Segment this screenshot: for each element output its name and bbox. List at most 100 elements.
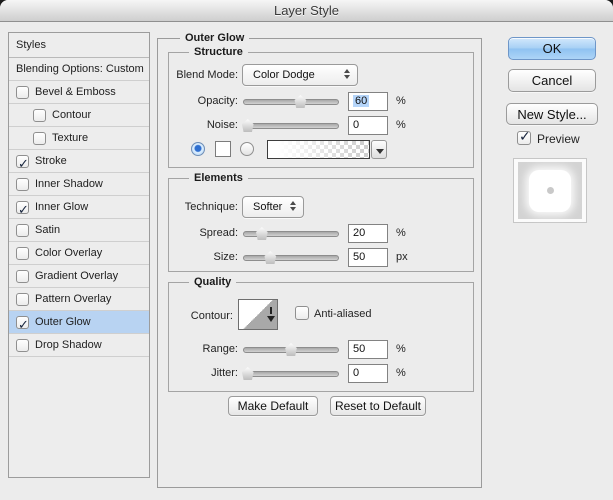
noise-unit: % <box>396 119 406 131</box>
updown-arrows-icon <box>290 201 297 211</box>
range-input[interactable]: 50 <box>348 340 388 359</box>
glow-color-swatch[interactable] <box>215 141 231 157</box>
jitter-unit: % <box>396 367 406 379</box>
sidebar-item-label: Drop Shadow <box>35 334 102 357</box>
layer-style-dialog: Layer Style Styles Blending Options: Cus… <box>0 0 613 500</box>
sidebar-item-stroke[interactable]: Stroke <box>9 150 149 173</box>
sidebar-header: Styles <box>9 33 149 58</box>
sidebar-item-outer-glow[interactable]: Outer Glow <box>9 311 149 334</box>
sidebar-item-pattern-overlay[interactable]: Pattern Overlay <box>9 288 149 311</box>
preview-checkbox[interactable] <box>517 131 531 145</box>
make-default-button[interactable]: Make Default <box>228 396 318 416</box>
preview-glow-shape <box>529 170 571 212</box>
spread-label: Spread: <box>150 227 238 239</box>
preview-label: Preview <box>537 132 580 146</box>
noise-input[interactable]: 0 <box>348 116 388 135</box>
style-enable-checkbox[interactable] <box>16 316 29 329</box>
technique-select[interactable]: Softer <box>242 196 304 218</box>
sidebar-item-color-overlay[interactable]: Color Overlay <box>9 242 149 265</box>
technique-label: Technique: <box>150 201 238 213</box>
anti-aliased-checkbox[interactable] <box>295 306 309 320</box>
opacity-input[interactable]: 60 <box>348 92 388 111</box>
sidebar-item-label: Bevel & Emboss <box>35 81 116 104</box>
quality-group-title: Quality <box>189 276 236 288</box>
size-slider[interactable] <box>243 255 339 261</box>
sidebar-item-blending-options-custom[interactable]: Blending Options: Custom <box>9 58 149 81</box>
noise-slider[interactable] <box>243 123 339 129</box>
size-unit: px <box>396 251 408 263</box>
dialog-title: Layer Style <box>274 3 339 18</box>
sidebar-item-texture[interactable]: Texture <box>9 127 149 150</box>
gradient-picker-arrow-icon[interactable] <box>371 140 387 159</box>
cancel-button[interactable]: Cancel <box>508 69 596 92</box>
style-enable-checkbox[interactable] <box>16 86 29 99</box>
anti-aliased-label: Anti-aliased <box>314 308 371 320</box>
blend-mode-value: Color Dodge <box>253 69 315 81</box>
style-enable-checkbox[interactable] <box>16 224 29 237</box>
sidebar-item-label: Inner Glow <box>35 196 88 219</box>
blend-mode-select[interactable]: Color Dodge <box>242 64 358 86</box>
spread-slider[interactable] <box>243 231 339 237</box>
style-enable-checkbox[interactable] <box>16 201 29 214</box>
sidebar-item-inner-shadow[interactable]: Inner Shadow <box>9 173 149 196</box>
reset-to-default-button[interactable]: Reset to Default <box>330 396 426 416</box>
spread-input[interactable]: 20 <box>348 224 388 243</box>
preview-center-dot <box>547 187 554 194</box>
range-slider[interactable] <box>243 347 339 353</box>
sidebar-item-satin[interactable]: Satin <box>9 219 149 242</box>
noise-label: Noise: <box>150 119 238 131</box>
jitter-slider[interactable] <box>243 371 339 377</box>
opacity-unit: % <box>396 95 406 107</box>
styles-sidebar: Styles Blending Options: Custom Bevel & … <box>8 32 150 478</box>
blend-mode-label: Blend Mode: <box>150 69 238 81</box>
style-enable-checkbox[interactable] <box>33 109 46 122</box>
opacity-slider[interactable] <box>243 99 339 105</box>
sidebar-item-contour[interactable]: Contour <box>9 104 149 127</box>
sidebar-item-label: Blending Options: Custom <box>16 58 144 81</box>
new-style-button[interactable]: New Style... <box>506 103 598 125</box>
sidebar-item-bevel-emboss[interactable]: Bevel & Emboss <box>9 81 149 104</box>
elements-group-title: Elements <box>189 172 248 184</box>
spread-unit: % <box>396 227 406 239</box>
style-enable-checkbox[interactable] <box>16 293 29 306</box>
titlebar[interactable]: Layer Style <box>0 0 613 22</box>
sidebar-item-label: Stroke <box>35 150 67 173</box>
contour-picker[interactable] <box>238 299 278 330</box>
sidebar-item-label: Gradient Overlay <box>35 265 118 288</box>
preview-background <box>518 162 582 219</box>
style-preview-thumbnail <box>513 158 587 223</box>
panel-title: Outer Glow <box>180 32 249 44</box>
glow-gradient-radio[interactable] <box>240 142 254 156</box>
sidebar-item-drop-shadow[interactable]: Drop Shadow <box>9 334 149 357</box>
sidebar-item-label: Pattern Overlay <box>35 288 111 311</box>
opacity-label: Opacity: <box>150 95 238 107</box>
sidebar-item-label: Color Overlay <box>35 242 102 265</box>
sidebar-item-label: Satin <box>35 219 60 242</box>
contour-label: Contour: <box>145 310 233 322</box>
sidebar-item-label: Texture <box>52 127 88 150</box>
size-input[interactable]: 50 <box>348 248 388 267</box>
sidebar-item-inner-glow[interactable]: Inner Glow <box>9 196 149 219</box>
updown-arrows-icon <box>344 69 351 79</box>
glow-gradient-bar[interactable] <box>267 140 370 159</box>
ok-button[interactable]: OK <box>508 37 596 60</box>
style-enable-checkbox[interactable] <box>16 247 29 260</box>
style-enable-checkbox[interactable] <box>16 178 29 191</box>
style-enable-checkbox[interactable] <box>16 155 29 168</box>
range-label: Range: <box>150 343 238 355</box>
style-enable-checkbox[interactable] <box>33 132 46 145</box>
sidebar-item-label: Outer Glow <box>35 311 91 334</box>
contour-picker-arrow-icon[interactable] <box>267 303 275 327</box>
jitter-input[interactable]: 0 <box>348 364 388 383</box>
sidebar-item-label: Inner Shadow <box>35 173 103 196</box>
glow-color-radio[interactable] <box>191 142 205 156</box>
style-enable-checkbox[interactable] <box>16 339 29 352</box>
technique-value: Softer <box>253 201 282 213</box>
structure-group-title: Structure <box>189 46 248 58</box>
range-unit: % <box>396 343 406 355</box>
sidebar-item-label: Contour <box>52 104 91 127</box>
sidebar-item-gradient-overlay[interactable]: Gradient Overlay <box>9 265 149 288</box>
jitter-label: Jitter: <box>150 367 238 379</box>
size-label: Size: <box>150 251 238 263</box>
style-enable-checkbox[interactable] <box>16 270 29 283</box>
